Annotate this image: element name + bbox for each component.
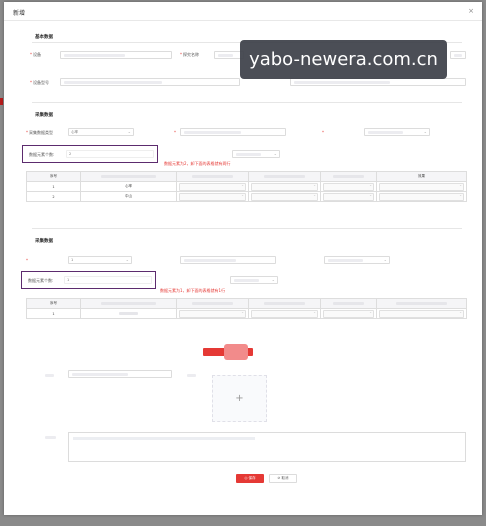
annotation-note-2: 数据元素为1，卸下面的表格就有1行 bbox=[160, 288, 226, 293]
count-side-select[interactable]: ⌄ bbox=[232, 150, 280, 158]
column-header: 效果 bbox=[376, 171, 467, 182]
table-row: 1 bbox=[26, 308, 467, 319]
cancel-icon: ⊘ bbox=[277, 476, 281, 480]
save-icon: ◎ bbox=[244, 476, 248, 480]
device-label: *设备 bbox=[30, 52, 41, 57]
row-select[interactable] bbox=[320, 191, 377, 202]
row-select[interactable] bbox=[376, 191, 467, 202]
lower-label bbox=[42, 372, 58, 380]
chevron-down-icon: ⌄ bbox=[125, 257, 129, 262]
collect2-field2-select[interactable]: ⌄ bbox=[324, 256, 390, 264]
row-index: 1 bbox=[26, 181, 81, 192]
section-title-collect-1: 采集数据 bbox=[35, 113, 53, 118]
table-header-row: 序号 bbox=[26, 298, 467, 309]
column-header: 序号 bbox=[26, 298, 81, 309]
count-label-2: 数据元素个数: bbox=[28, 278, 54, 283]
count-input-2[interactable]: 1 bbox=[64, 276, 152, 284]
data-table-2: 序号 1 bbox=[26, 298, 467, 319]
collect-field-label: * bbox=[174, 130, 176, 135]
row-select[interactable] bbox=[320, 181, 377, 192]
column-header bbox=[320, 298, 377, 309]
collect-field-input[interactable] bbox=[180, 128, 286, 136]
column-header bbox=[248, 171, 321, 182]
column-header bbox=[248, 298, 321, 309]
row-index: 2 bbox=[26, 191, 81, 202]
collect2-field-input[interactable] bbox=[180, 256, 276, 264]
row-select[interactable] bbox=[320, 308, 377, 319]
collect2-type-label: * bbox=[26, 258, 28, 263]
section-title-basic: 基本数据 bbox=[35, 35, 53, 40]
basic-row2-input[interactable] bbox=[60, 78, 240, 86]
section-divider bbox=[32, 102, 462, 103]
chevron-down-icon: ⌄ bbox=[127, 129, 131, 134]
remark-label bbox=[42, 434, 62, 442]
data-table-1: 序号 效果 1 心率 2 中山 bbox=[26, 171, 467, 202]
row-name bbox=[80, 308, 177, 319]
column-header bbox=[176, 298, 249, 309]
plus-icon: + bbox=[235, 393, 244, 404]
row-select[interactable] bbox=[376, 181, 467, 192]
section-title-collect-2: 采集数据 bbox=[35, 239, 53, 244]
column-header bbox=[80, 298, 177, 309]
lower-label-right bbox=[184, 372, 200, 380]
row-select[interactable] bbox=[176, 191, 249, 202]
remark-textarea[interactable] bbox=[68, 432, 466, 462]
chevron-down-icon: ⌄ bbox=[271, 277, 275, 282]
table-header-row: 序号 效果 bbox=[26, 171, 467, 182]
header-divider bbox=[4, 20, 482, 21]
row-select[interactable] bbox=[376, 308, 467, 319]
blurred-overlay bbox=[224, 344, 248, 360]
collect-type-select[interactable]: 心率 ⌄ bbox=[68, 128, 134, 136]
row-select[interactable] bbox=[248, 308, 321, 319]
collect-field2-select[interactable]: ⌄ bbox=[364, 128, 430, 136]
count-label: 数据元素个数: bbox=[29, 152, 55, 157]
column-header bbox=[320, 171, 377, 182]
chevron-down-icon: ⌄ bbox=[423, 129, 427, 134]
background-accent bbox=[0, 98, 3, 105]
upload-area[interactable]: + bbox=[212, 375, 267, 422]
count-side-select-2[interactable]: ⌄ bbox=[230, 276, 278, 284]
collect2-type-select[interactable]: 1 ⌄ bbox=[68, 256, 132, 264]
row-select[interactable] bbox=[176, 308, 249, 319]
lower-input-left[interactable] bbox=[68, 370, 172, 378]
row-select[interactable] bbox=[248, 181, 321, 192]
collect-type-label: *采集数据类型 bbox=[26, 130, 53, 135]
cancel-button[interactable]: ⊘ 取消 bbox=[269, 474, 297, 483]
row-index: 1 bbox=[26, 308, 81, 319]
extra-input[interactable] bbox=[450, 51, 466, 59]
row-select[interactable] bbox=[248, 191, 321, 202]
column-header bbox=[80, 171, 177, 182]
chevron-down-icon: ⌄ bbox=[273, 151, 277, 156]
column-header bbox=[376, 298, 467, 309]
row-name: 心率 bbox=[80, 181, 177, 192]
close-icon[interactable]: × bbox=[468, 7, 474, 15]
device-input[interactable] bbox=[60, 51, 172, 59]
table-row: 1 心率 bbox=[26, 181, 467, 192]
row-select[interactable] bbox=[176, 181, 249, 192]
collect-field2-label: * bbox=[322, 130, 324, 135]
basic-row2-input-right[interactable] bbox=[290, 78, 466, 86]
save-button[interactable]: ◎ 保存 bbox=[236, 474, 264, 483]
chevron-down-icon: ⌄ bbox=[383, 257, 387, 262]
section-divider bbox=[32, 228, 462, 229]
table-row: 2 中山 bbox=[26, 191, 467, 202]
dialog-title: 新增 bbox=[13, 10, 26, 17]
column-header bbox=[176, 171, 249, 182]
watermark-banner: yabo-newera.com.cn bbox=[240, 40, 447, 79]
model-name-label: *探究名称 bbox=[180, 52, 199, 57]
row-name: 中山 bbox=[80, 191, 177, 202]
column-header: 序号 bbox=[26, 171, 81, 182]
count-input[interactable]: 2 bbox=[66, 150, 154, 158]
annotation-note-1: 数据元素为2，卸下面的表格就有两行 bbox=[164, 161, 231, 166]
basic-row2-label: *设备型号 bbox=[30, 80, 49, 85]
